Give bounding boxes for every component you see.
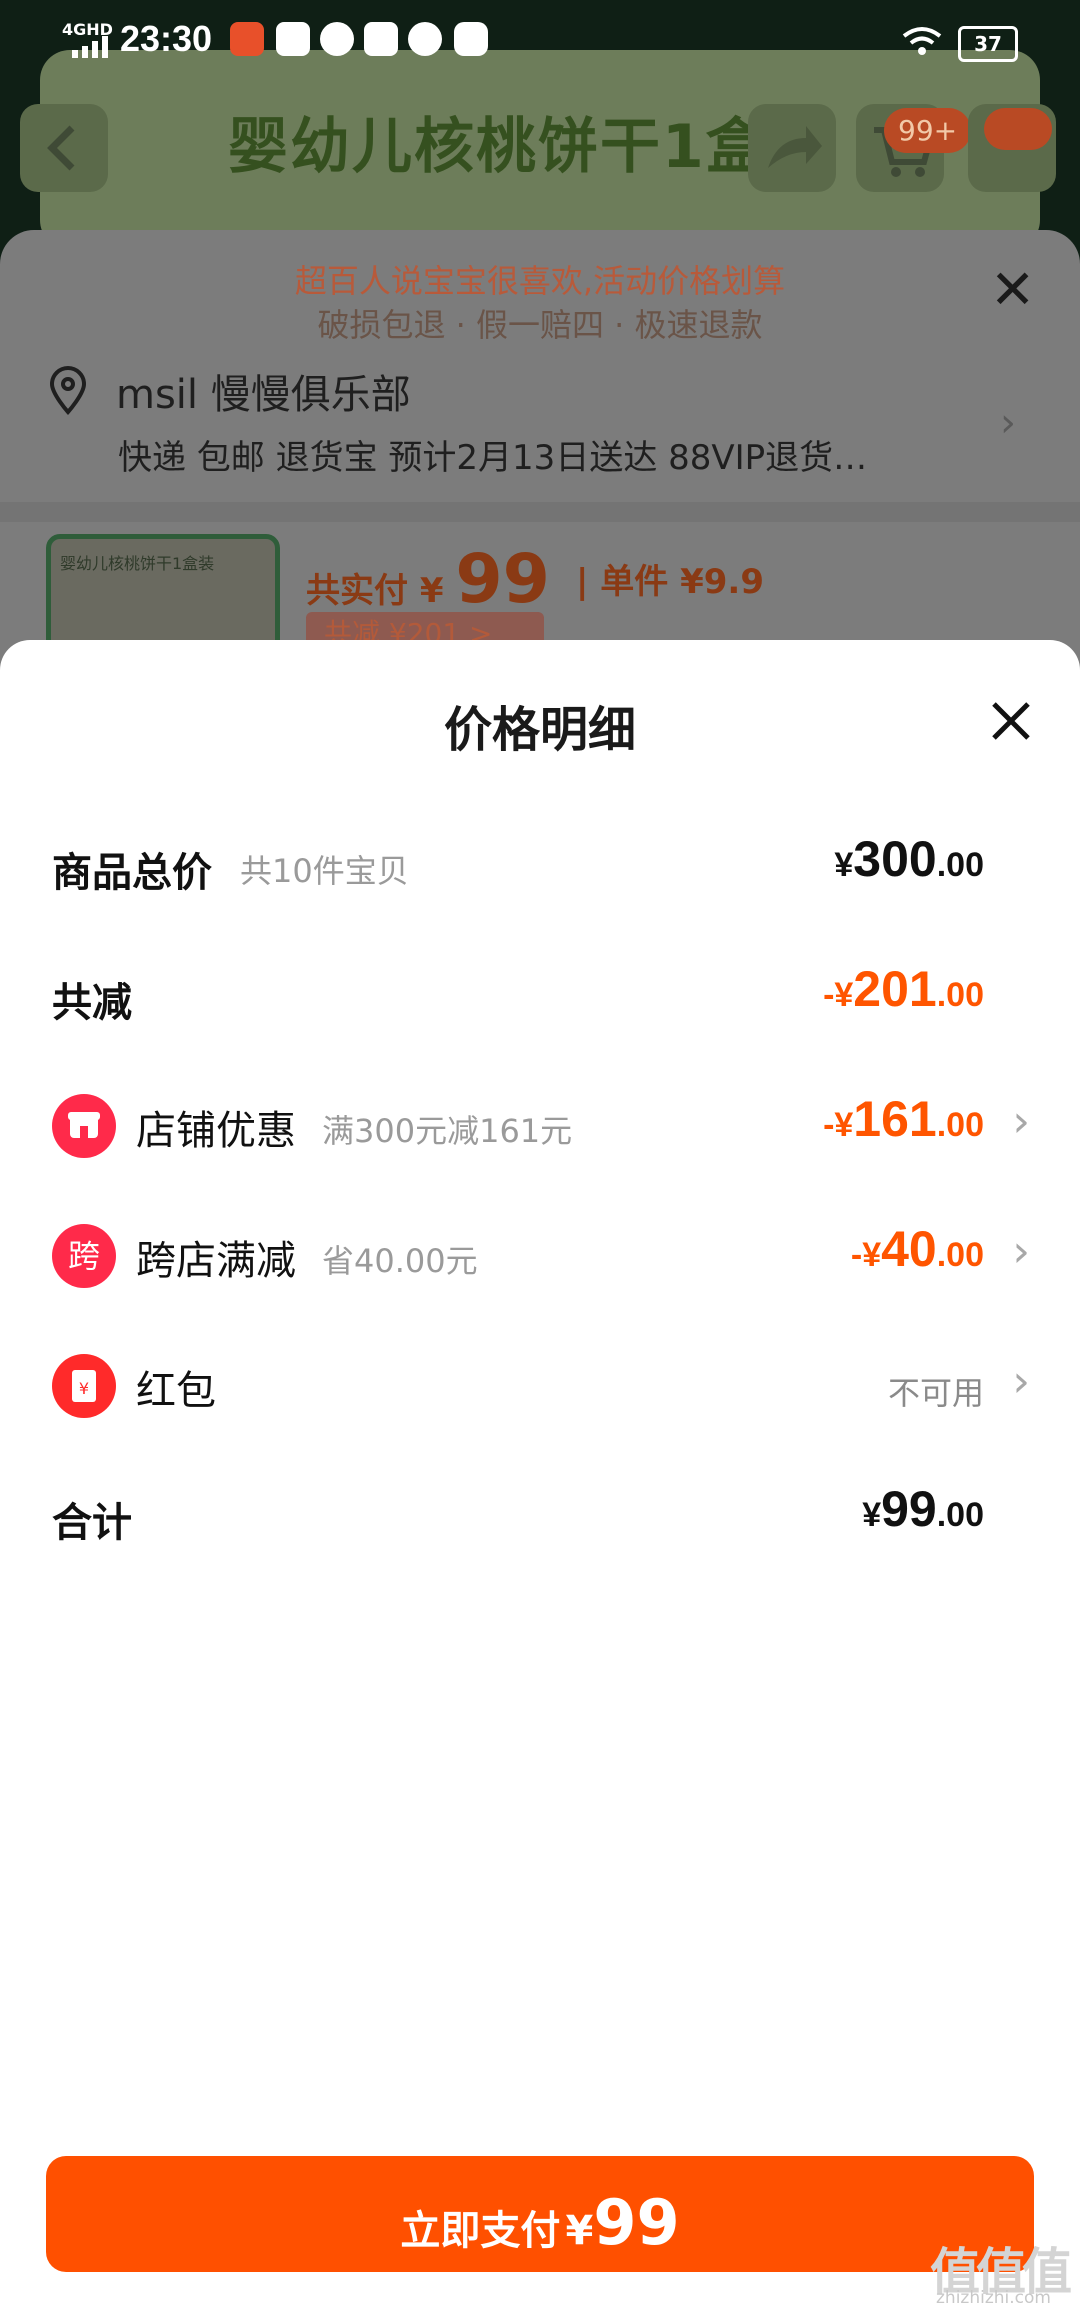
divider <box>0 502 1080 522</box>
battery-icon: 37 <box>958 26 1018 62</box>
sum-row: 合计 ¥99.00 <box>0 1470 1080 1560</box>
location-pin-icon <box>49 366 87 416</box>
store-discount-row[interactable]: 店铺优惠 满300元减161元 -¥161.00 › <box>0 1080 1080 1170</box>
pay-now-currency: ¥ <box>565 2208 594 2254</box>
signal-icon <box>72 36 108 58</box>
pay-currency: ¥ <box>419 571 444 611</box>
store-discount-value: -¥161.00 <box>823 1091 984 1147</box>
promo-line-1: 超百人说宝宝很喜欢,活动价格划算 <box>294 262 786 300</box>
delivery-chevron-icon[interactable]: › <box>1000 400 1016 446</box>
chevron-right-icon[interactable]: › <box>1012 1356 1030 1407</box>
message-notification-icon <box>276 22 310 56</box>
sum-label: 合计 <box>52 1500 132 1546</box>
chat-icon <box>408 22 442 56</box>
sheet-title: 价格明细 <box>443 702 636 758</box>
close-icon[interactable] <box>986 696 1036 746</box>
app-notification-icon <box>230 22 264 56</box>
pay-now-amount: 99 <box>593 2186 680 2259</box>
delivery-info: 快递 包邮 退货宝 预计2月13日送达 88VIP退货… <box>118 438 868 478</box>
store-discount-label: 店铺优惠 <box>136 1108 296 1154</box>
wifi-icon <box>902 27 942 55</box>
pay-label: 共实付 <box>306 571 408 611</box>
cart-badge: 99+ <box>884 108 972 153</box>
background-page: 婴幼儿核桃饼干1盒装 99+ 超百人说宝宝很喜欢,活动价格划算 破损包退 · 假… <box>0 0 1080 700</box>
watermark-site: zhizhizhi.com <box>936 2288 1051 2308</box>
shop-name[interactable]: msil 慢慢俱乐部 <box>116 362 411 420</box>
chevron-right-icon[interactable]: › <box>1012 1096 1030 1147</box>
cross-store-icon: 跨 <box>52 1224 116 1288</box>
more-badge <box>984 108 1052 150</box>
unit-price: | 单件 ¥9.9 <box>576 562 764 602</box>
total-price-row: 商品总价 共10件宝贝 ¥300.00 <box>0 820 1080 910</box>
pay-now-button[interactable]: 立即支付 ¥99 <box>46 2156 1034 2272</box>
status-bar: 4GHD 23:30 37 <box>0 0 1080 84</box>
cross-store-value: -¥40.00 <box>850 1221 984 1277</box>
order-close-icon[interactable]: ✕ <box>990 258 1035 321</box>
total-price-value: ¥300.00 <box>834 831 984 887</box>
alipay-icon <box>364 22 398 56</box>
pay-summary: 共实付 ¥ 99 <box>306 540 550 619</box>
red-packet-label: 红包 <box>136 1368 216 1414</box>
jovi-icon <box>320 22 354 56</box>
thumbnail-caption: 婴幼儿核桃饼干1盒装 <box>60 554 215 573</box>
discount-total-row: 共减 -¥201.00 <box>0 950 1080 1040</box>
cross-store-label: 跨店满减 <box>136 1238 296 1284</box>
svg-text:¥: ¥ <box>79 1379 89 1398</box>
cross-store-discount-row[interactable]: 跨 跨店满减 省40.00元 -¥40.00 › <box>0 1210 1080 1300</box>
store-discount-rule: 满300元减161元 <box>322 1112 573 1150</box>
promo-line-2: 破损包退 · 假一赔四 · 极速退款 <box>317 306 763 344</box>
pay-amount: 99 <box>455 540 550 619</box>
share-icon <box>768 126 822 168</box>
red-packet-row[interactable]: ¥ 红包 不可用 › <box>0 1340 1080 1430</box>
total-price-label: 商品总价 <box>52 850 212 896</box>
store-icon <box>52 1094 116 1158</box>
browser-icon <box>454 22 488 56</box>
red-packet-icon: ¥ <box>52 1354 116 1418</box>
chevron-right-icon[interactable]: › <box>1012 1226 1030 1277</box>
back-icon <box>47 125 75 171</box>
back-button[interactable] <box>20 104 108 192</box>
item-count: 共10件宝贝 <box>240 852 409 890</box>
share-button[interactable] <box>748 104 836 192</box>
clock: 23:30 <box>120 18 213 59</box>
product-title: 婴幼儿核桃饼干1盒装 <box>228 112 830 182</box>
discount-total-value: -¥201.00 <box>823 961 984 1017</box>
discount-total-label: 共减 <box>52 980 132 1026</box>
cross-store-saving: 省40.00元 <box>322 1242 478 1280</box>
red-packet-status: 不可用 <box>887 1374 984 1412</box>
pay-now-label: 立即支付 <box>400 2208 561 2254</box>
sum-value: ¥99.00 <box>862 1481 984 1537</box>
